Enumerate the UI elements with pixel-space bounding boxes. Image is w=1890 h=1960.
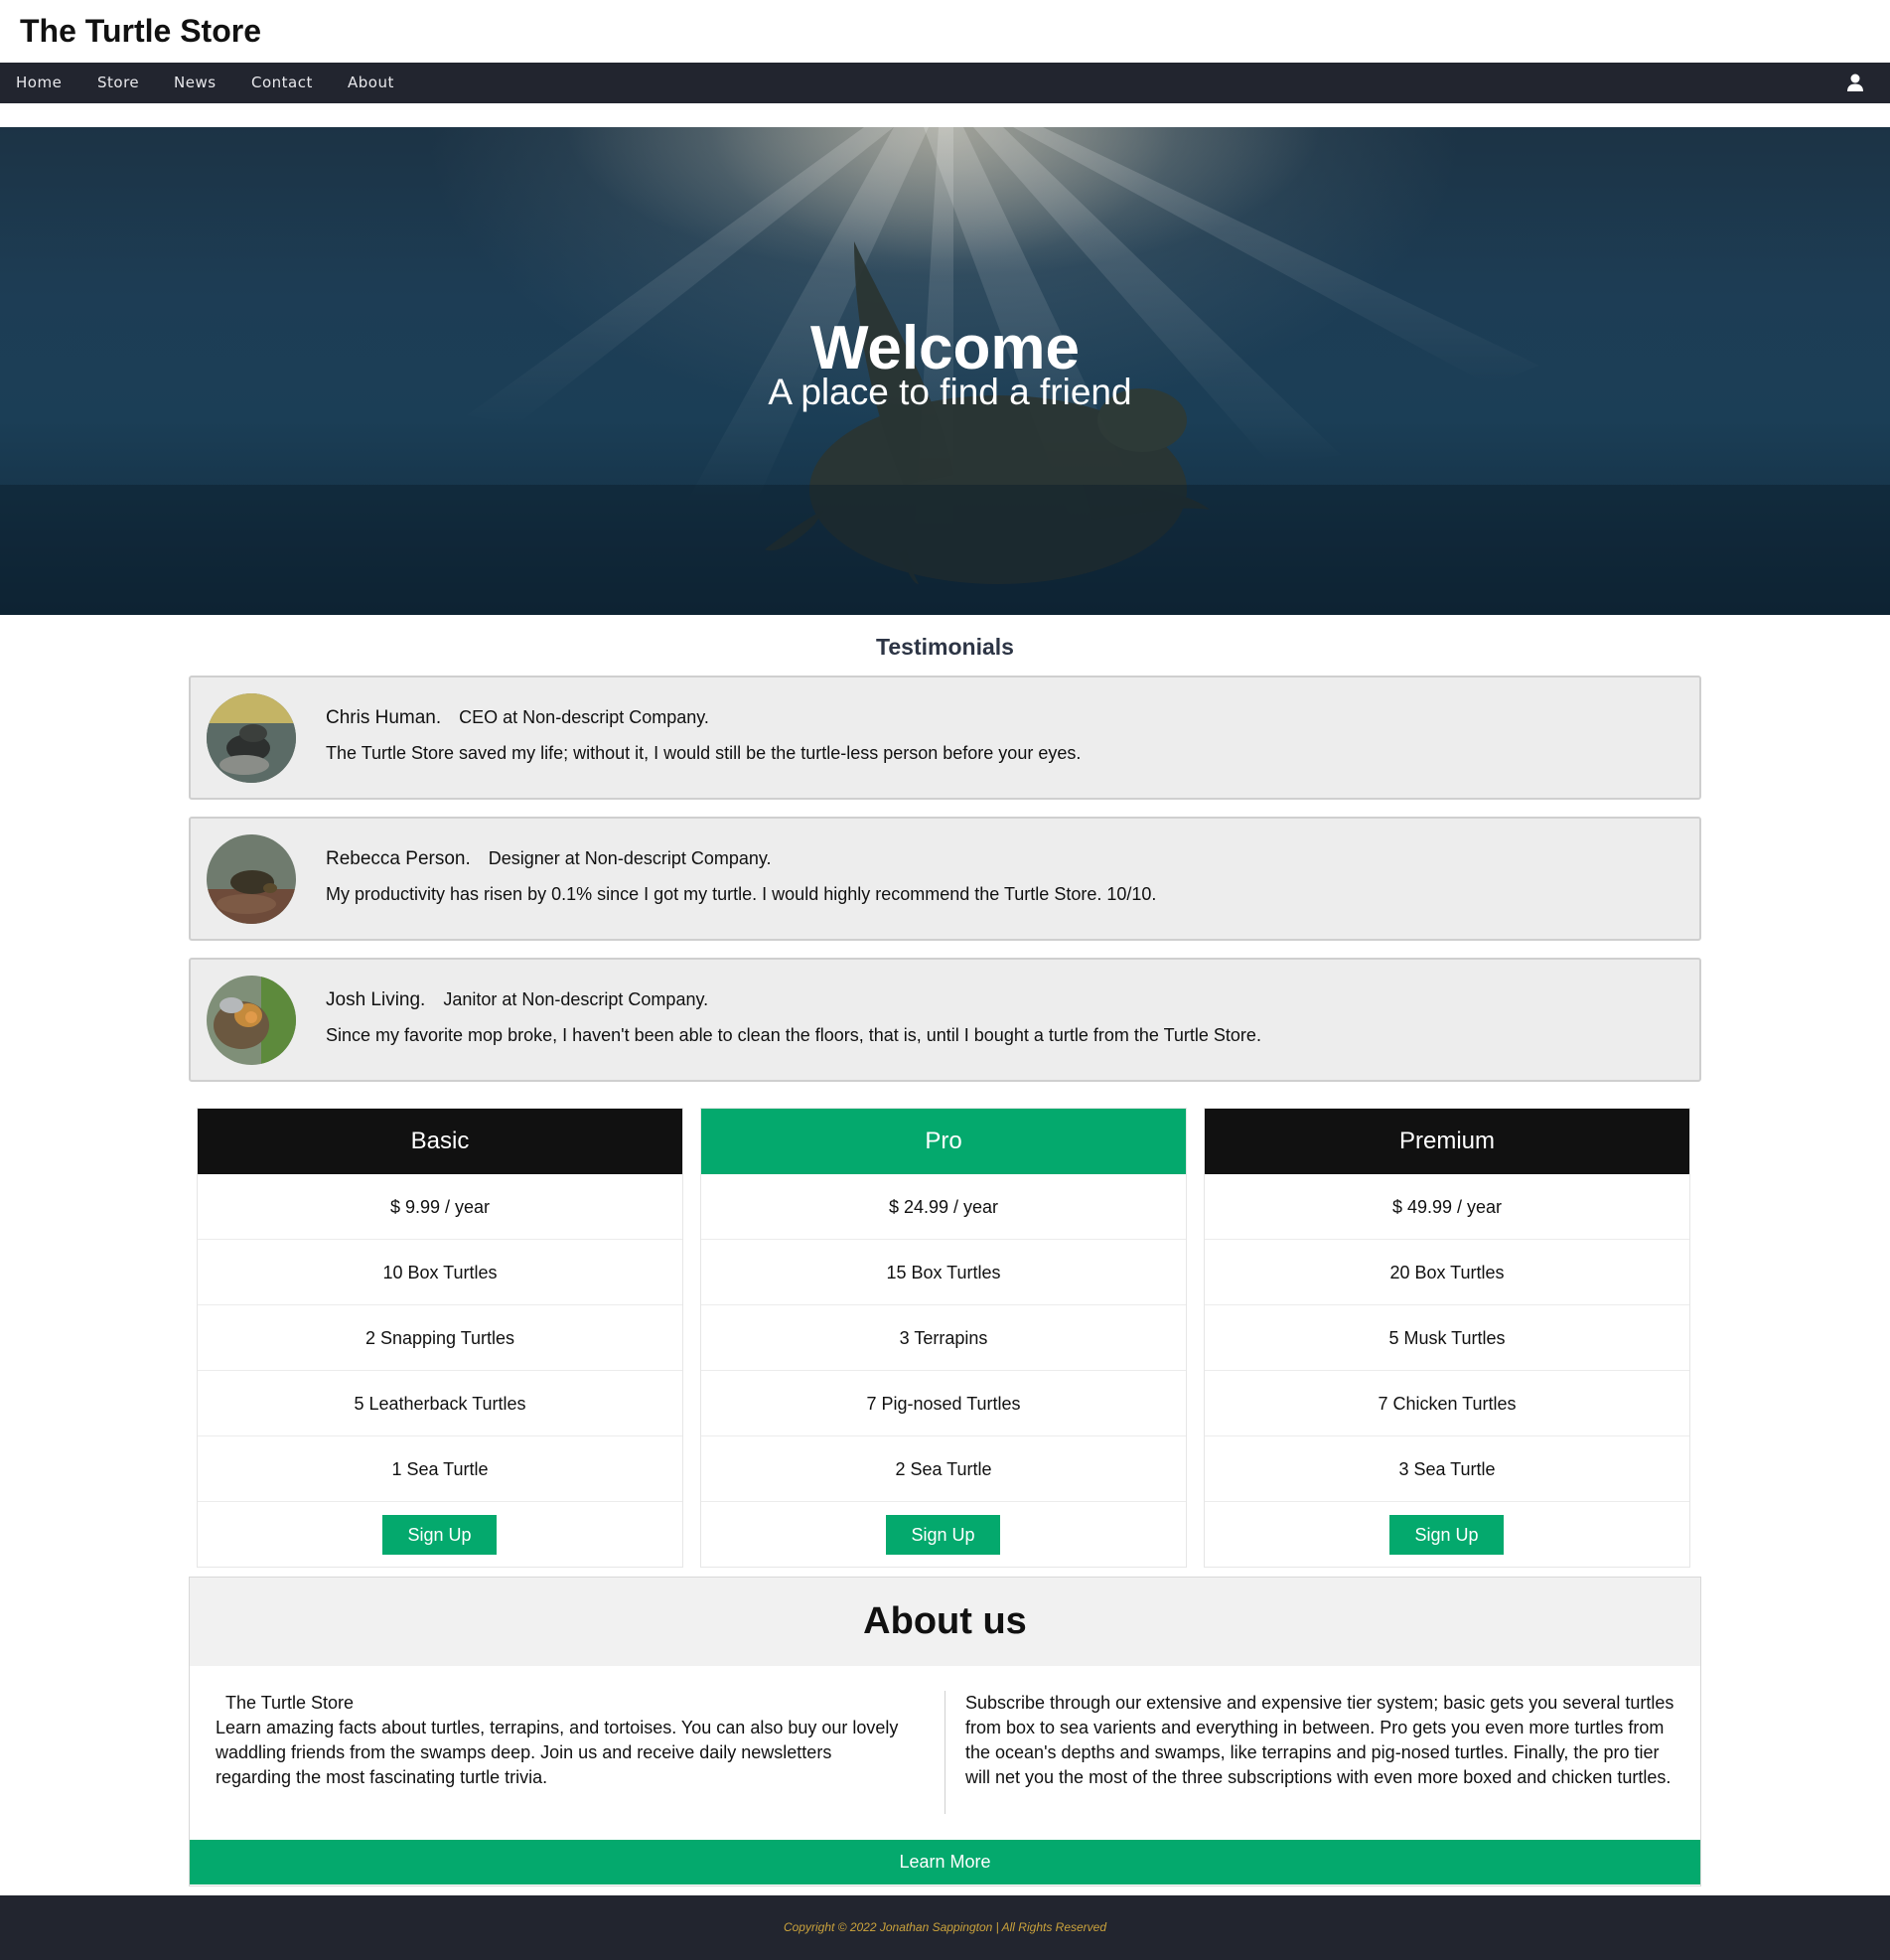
plan-feature: 1 Sea Turtle (198, 1436, 682, 1502)
plan-price: $ 24.99 / year (701, 1174, 1186, 1240)
plan-feature: 2 Snapping Turtles (198, 1305, 682, 1371)
plan-feature: 2 Sea Turtle (701, 1436, 1186, 1502)
testimonial-role: CEO at Non-descript Company. (459, 707, 709, 727)
plan-feature: 5 Leatherback Turtles (198, 1371, 682, 1436)
hero-title: Welcome (809, 314, 1081, 382)
site-title: The Turtle Store (20, 13, 261, 49)
plan-feature: 5 Musk Turtles (1205, 1305, 1689, 1371)
avatar (207, 834, 296, 924)
testimonial-name: Rebecca Person. Designer at Non-descript … (326, 848, 772, 869)
nav-contact[interactable]: Contact (251, 63, 313, 103)
plan-feature: 10 Box Turtles (198, 1240, 682, 1305)
plan-feature: 15 Box Turtles (701, 1240, 1186, 1305)
hero-subtitle: A place to find a friend (768, 372, 1132, 412)
plan-name: Basic (198, 1109, 682, 1174)
plan-footer: Sign Up (198, 1502, 682, 1568)
plan-feature: 3 Terrapins (701, 1305, 1186, 1371)
pricing-plan-basic: Basic $ 9.99 / year 10 Box Turtles 2 Sna… (197, 1108, 683, 1568)
about-section: About us The Turtle Store Learn amazing … (189, 1577, 1701, 1886)
about-brand: The Turtle Store (225, 1693, 355, 1713)
testimonials-heading: Testimonials (876, 634, 1014, 660)
site-header: The Turtle Store (0, 0, 1890, 63)
user-icon[interactable] (1846, 74, 1864, 92)
testimonial-role: Designer at Non-descript Company. (488, 848, 772, 868)
main-nav: Home Store News Contact About (0, 63, 1890, 103)
testimonial-name: Josh Living. Janitor at Non-descript Comp… (326, 989, 709, 1010)
plan-price: $ 49.99 / year (1205, 1174, 1689, 1240)
about-left-text: Learn amazing facts about turtles, terra… (216, 1718, 899, 1787)
plan-feature: 3 Sea Turtle (1205, 1436, 1689, 1502)
copyright-text: Copyright © 2022 Jonathan Sappington | A… (783, 1920, 1107, 1934)
sign-up-button-pro[interactable]: Sign Up (886, 1515, 1000, 1555)
testimonial-card: Josh Living. Janitor at Non-descript Comp… (189, 958, 1701, 1082)
nav-about[interactable]: About (348, 63, 394, 103)
plan-footer: Sign Up (701, 1502, 1186, 1568)
about-heading: About us (190, 1578, 1700, 1666)
sign-up-button-basic[interactable]: Sign Up (382, 1515, 497, 1555)
sign-up-button-premium[interactable]: Sign Up (1389, 1515, 1504, 1555)
nav-news[interactable]: News (174, 63, 217, 103)
plan-name: Premium (1205, 1109, 1689, 1174)
nav-home[interactable]: Home (16, 63, 62, 103)
site-footer: Copyright © 2022 Jonathan Sappington | A… (0, 1895, 1890, 1960)
testimonial-name: Chris Human. CEO at Non-descript Company. (326, 707, 709, 728)
plan-feature: 20 Box Turtles (1205, 1240, 1689, 1305)
plan-feature: 7 Pig-nosed Turtles (701, 1371, 1186, 1436)
pricing-plan-pro: Pro $ 24.99 / year 15 Box Turtles 3 Terr… (700, 1108, 1187, 1568)
testimonial-quote: Since my favorite mop broke, I haven't b… (326, 1025, 1261, 1045)
testimonial-card: Rebecca Person. Designer at Non-descript … (189, 817, 1701, 941)
nav-store[interactable]: Store (97, 63, 139, 103)
testimonial-quote: My productivity has risen by 0.1% since … (326, 884, 1157, 904)
learn-more-button[interactable]: Learn More (190, 1840, 1700, 1885)
plan-footer: Sign Up (1205, 1502, 1689, 1568)
testimonial-role: Janitor at Non-descript Company. (443, 989, 709, 1009)
plan-feature: 7 Chicken Turtles (1205, 1371, 1689, 1436)
testimonial-card: Chris Human. CEO at Non-descript Company.… (189, 676, 1701, 800)
plan-name: Pro (701, 1109, 1186, 1174)
avatar (207, 976, 296, 1065)
pricing-plan-premium: Premium $ 49.99 / year 20 Box Turtles 5 … (1204, 1108, 1690, 1568)
hero-banner: Welcome A place to find a friend (0, 127, 1890, 615)
avatar (207, 693, 296, 783)
about-left-column: The Turtle Store Learn amazing facts abo… (216, 1691, 911, 1790)
testimonial-quote: The Turtle Store saved my life; without … (326, 743, 1082, 763)
plan-price: $ 9.99 / year (198, 1174, 682, 1240)
about-right-text: Subscribe through our extensive and expe… (965, 1693, 1674, 1787)
